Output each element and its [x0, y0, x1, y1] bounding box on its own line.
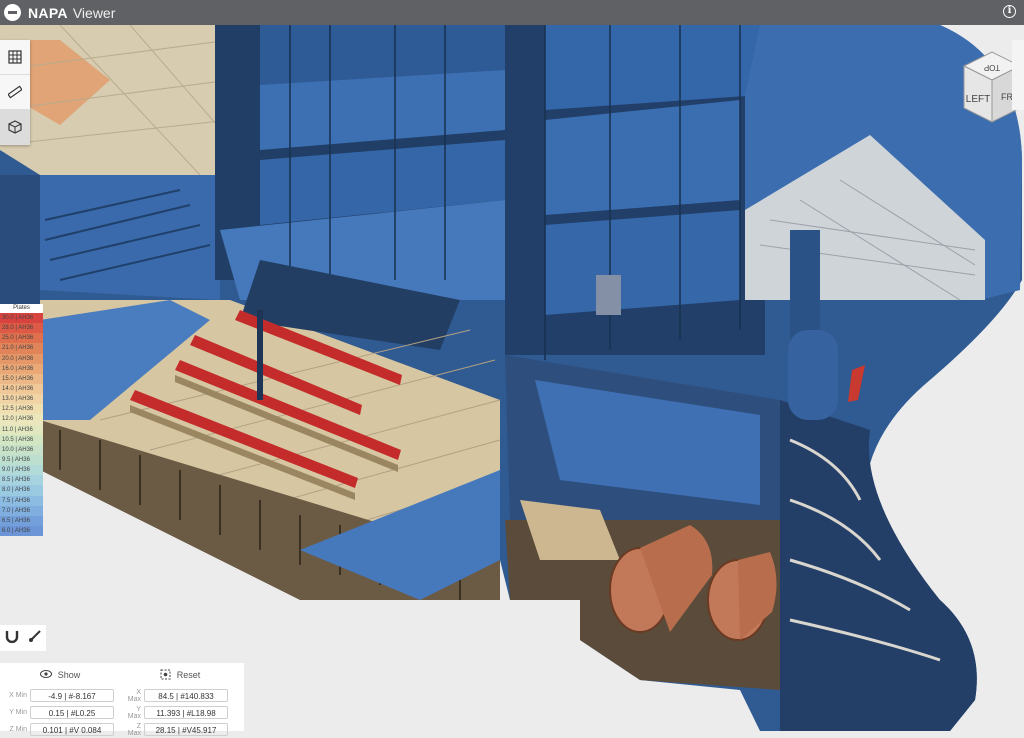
- legend-row: 15.0 | AH36: [0, 373, 43, 384]
- x-min-field[interactable]: -4.9 | #-8.167: [30, 689, 114, 702]
- brush-icon[interactable]: [28, 629, 42, 648]
- legend-row: 9.5 | AH36: [0, 454, 43, 466]
- info-icon[interactable]: i: [1003, 5, 1016, 18]
- legend-row: 28.0 | AH36: [0, 323, 43, 334]
- z-max-field[interactable]: 28.15 | #V45.917: [144, 723, 228, 736]
- left-toolbar: [0, 40, 30, 145]
- legend-row: 11.0 | AH36: [0, 424, 43, 435]
- legend-row: 10.5 | AH36: [0, 434, 43, 445]
- legend-row: 8.0 | AH36: [0, 485, 43, 496]
- legend-title: Plates: [13, 305, 30, 311]
- reset-label: Reset: [176, 670, 201, 680]
- legend-row: 8.5 | AH36: [0, 475, 43, 486]
- legend-row: 10.0 | AH36: [0, 444, 43, 455]
- legend-row: 30.0 | AH36: [0, 313, 43, 324]
- legend-row: 6.0 | AH36: [0, 525, 43, 537]
- app-title-bar: NAPA Viewer i: [0, 0, 1024, 25]
- y-min-field[interactable]: 0.15 | #L0.25: [30, 706, 114, 719]
- clipping-range-panel: Show Reset X Min -4.9 | #-8.167 X Max 84…: [0, 663, 244, 737]
- legend-row: 9.0 | AH36: [0, 465, 43, 476]
- nav-cube-top-face: TOP: [984, 63, 1000, 72]
- legend-row: 21.0 | AH36: [0, 343, 43, 354]
- 3d-cube-icon[interactable]: [0, 110, 30, 145]
- grid-table-icon[interactable]: [0, 40, 30, 75]
- reset-target-icon: [160, 669, 171, 682]
- legend-row: 25.0 | AH36: [0, 333, 43, 344]
- eye-icon: [39, 670, 52, 680]
- napa-logo-icon: [4, 4, 21, 21]
- x-max-field[interactable]: 84.5 | #140.833: [144, 689, 228, 702]
- legend-row: 12.0 | AH36: [0, 414, 43, 425]
- legend-row: 7.5 | AH36: [0, 495, 43, 506]
- y-max-label: Y Max: [127, 705, 141, 720]
- legend-row: 13.0 | AH36: [0, 394, 43, 405]
- legend-row: 7.0 | AH36: [0, 505, 43, 516]
- y-min-label: Y Min: [9, 709, 27, 716]
- plates-legend: Plates 30.0 | AH36 28.0 | AH36 25.0 | AH36…: [0, 304, 43, 537]
- z-min-field[interactable]: 0.101 | #V 0.084: [30, 723, 114, 736]
- app-product-name: Viewer: [72, 4, 116, 21]
- legend-row: 16.0 | AH36: [0, 363, 43, 374]
- legend-row: 14.0 | AH36: [0, 383, 43, 395]
- x-max-label: X Max: [127, 688, 141, 703]
- reset-button[interactable]: Reset: [120, 669, 240, 682]
- mini-toolbar: [0, 625, 46, 651]
- legend-row: 6.5 | AH36: [0, 515, 43, 526]
- z-min-label: Z Min: [9, 726, 28, 733]
- x-min-label: X Min: [9, 692, 27, 699]
- y-max-field[interactable]: 11.393 | #L18.98: [144, 706, 228, 719]
- right-toolbar-edge[interactable]: [1012, 40, 1024, 110]
- 3d-viewport[interactable]: [0, 25, 1024, 731]
- ruler-measure-icon[interactable]: [0, 75, 30, 110]
- nav-cube-left-face: LEFT: [966, 94, 990, 105]
- show-label: Show: [57, 670, 81, 680]
- z-max-label: Z Max: [127, 722, 141, 737]
- magnet-icon[interactable]: [5, 629, 19, 648]
- legend-row: 12.5 | AH36: [0, 404, 43, 415]
- show-button[interactable]: Show: [0, 670, 120, 680]
- legend-row: 20.0 | AH36: [0, 353, 43, 364]
- app-brand: NAPA: [28, 4, 68, 21]
